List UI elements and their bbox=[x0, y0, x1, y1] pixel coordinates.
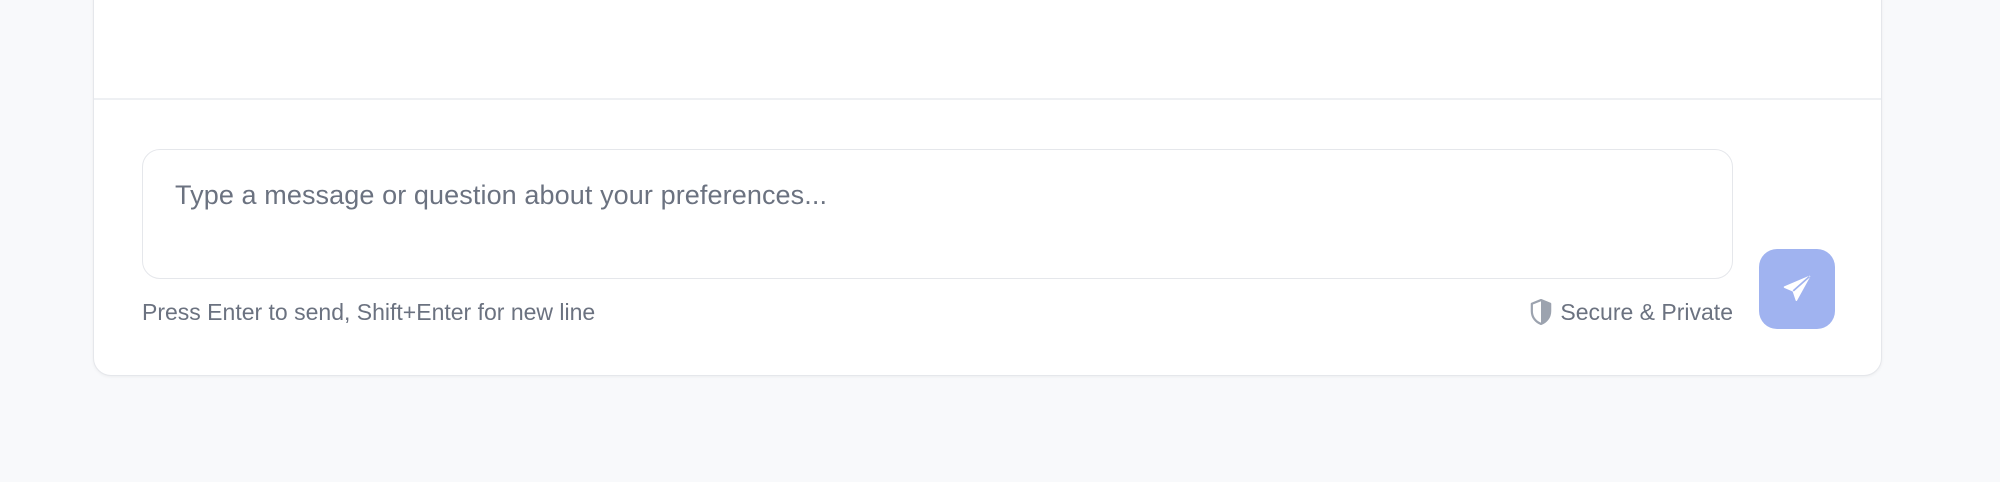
input-hint: Press Enter to send, Shift+Enter for new… bbox=[142, 299, 596, 325]
secure-indicator: Secure & Private bbox=[1530, 297, 1733, 327]
composer-divider bbox=[94, 98, 1881, 100]
message-input[interactable] bbox=[142, 149, 1733, 279]
paper-plane-icon bbox=[1782, 274, 1812, 304]
chat-panel: Press Enter to send, Shift+Enter for new… bbox=[93, 0, 1882, 376]
send-button[interactable] bbox=[1759, 249, 1835, 329]
shield-icon bbox=[1530, 298, 1552, 326]
secure-label: Secure & Private bbox=[1560, 299, 1733, 325]
messages-area bbox=[94, 0, 1881, 98]
